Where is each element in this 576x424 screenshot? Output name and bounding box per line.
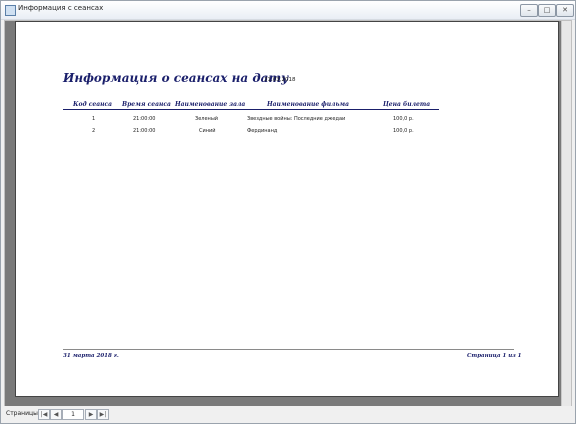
report-page: Информация о сеансах на дату 31.03.2018 … [15, 21, 559, 397]
cell-hall-name: Зеленый [195, 116, 219, 122]
maximize-button[interactable]: □ [538, 4, 556, 17]
report-title: Информация о сеансах на дату [63, 71, 289, 85]
column-header-ticket-price: Цена билета [383, 101, 431, 108]
cell-session-code: 2 [92, 128, 96, 134]
cell-film-name: Звездные войны: Последние джедаи [247, 116, 346, 122]
pages-label: Страницы: [6, 410, 40, 417]
cell-hall-name: Синий [199, 128, 216, 134]
column-header-session-code: Код сеанса [73, 101, 112, 108]
close-button[interactable]: ✕ [556, 4, 574, 17]
cell-session-code: 1 [92, 116, 96, 122]
page-navigator: Страницы: |◀ ◀ 1 ▶ ▶| [1, 406, 575, 423]
cell-ticket-price: 100,0 р. [393, 116, 414, 122]
column-header-hall-name: Наименование зала [175, 101, 246, 108]
print-preview-area[interactable]: Информация о сеансах на дату 31.03.2018 … [4, 20, 572, 407]
footer-divider [63, 349, 514, 350]
vertical-scrollbar[interactable] [561, 21, 571, 406]
footer-page-number: Страница 1 из 1 [467, 353, 522, 359]
report-window: Информация с сеансах – □ ✕ Информация о … [0, 0, 576, 424]
cell-ticket-price: 100,0 р. [393, 128, 414, 134]
window-title: Информация с сеансах [18, 4, 104, 12]
page-number-input[interactable]: 1 [62, 409, 84, 420]
cell-session-time: 21:00:00 [133, 128, 156, 134]
footer-date: 31 марта 2018 г. [63, 353, 119, 359]
column-header-session-time: Время сеанса [122, 101, 171, 108]
prev-page-button[interactable]: ◀ [50, 409, 62, 420]
cell-session-time: 21:00:00 [133, 116, 156, 122]
report-date: 31.03.2018 [264, 77, 296, 83]
next-page-button[interactable]: ▶ [85, 409, 97, 420]
app-icon [5, 5, 16, 16]
header-divider [63, 109, 439, 110]
column-header-film-name: Наименование фильма [267, 101, 350, 108]
title-bar: Информация с сеансах – □ ✕ [1, 1, 575, 20]
last-page-button[interactable]: ▶| [97, 409, 109, 420]
first-page-button[interactable]: |◀ [38, 409, 50, 420]
cell-film-name: Фердинанд [247, 128, 278, 134]
minimize-button[interactable]: – [520, 4, 538, 17]
